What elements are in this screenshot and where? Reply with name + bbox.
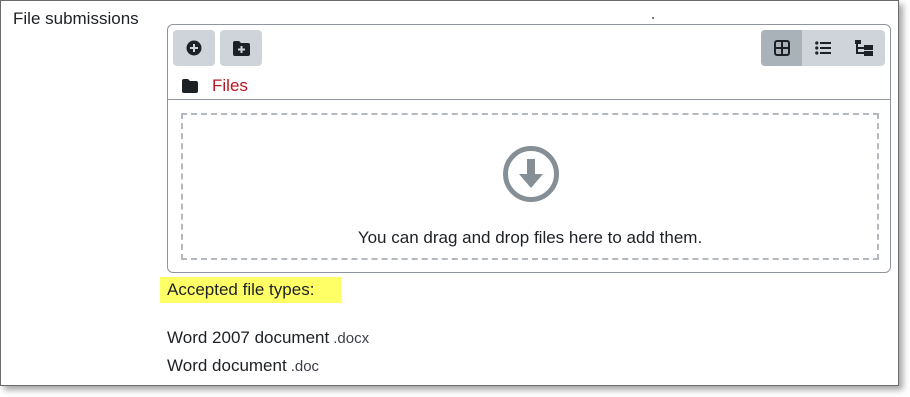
file-type-name: Word 2007 document: [167, 328, 330, 347]
create-folder-button[interactable]: [220, 30, 262, 66]
add-file-button[interactable]: [173, 30, 215, 66]
list-icon: [815, 41, 831, 55]
view-list-button[interactable]: [802, 30, 843, 66]
list-item: Word 2007 document .docx: [167, 326, 369, 354]
accepted-types-list: Word 2007 document .docx Word document .do…: [167, 326, 369, 382]
folder-plus-icon: [232, 40, 250, 56]
breadcrumb: Files: [182, 73, 248, 99]
divider: [168, 99, 890, 100]
field-label: File submissions: [13, 9, 139, 28]
file-type-extension: .doc: [290, 358, 320, 375]
stray-dot: [652, 17, 654, 19]
breadcrumb-files-link[interactable]: Files: [212, 76, 248, 96]
file-dropzone[interactable]: You can drag and drop files here to add …: [181, 113, 879, 260]
dropzone-text: You can drag and drop files here to add …: [357, 228, 703, 247]
file-type-name: Word document: [167, 356, 287, 375]
accepted-file-types-heading: Accepted file types:: [160, 277, 341, 303]
tree-icon: [855, 40, 874, 56]
screenshot-frame: File submissions Files You can drag and …: [0, 0, 899, 386]
list-item: Word document .doc: [167, 354, 369, 382]
view-tree-button[interactable]: [844, 30, 885, 66]
view-icons-button[interactable]: [761, 30, 803, 66]
filepicker: Files You can drag and drop files here t…: [167, 24, 891, 273]
file-type-extension: .docx: [333, 330, 370, 347]
view-switcher: [761, 30, 885, 66]
folder-icon: [182, 79, 198, 93]
arrow-down-circle-icon: [503, 146, 559, 202]
grid-icon: [773, 40, 790, 56]
plus-circle-icon: [186, 40, 202, 56]
